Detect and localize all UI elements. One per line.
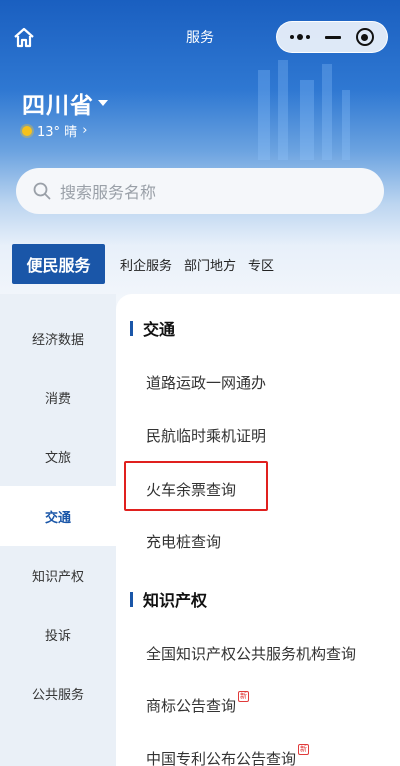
service-list: 交通 道路运政一网通办 民航临时乘机证明 火车余票查询 充电桩查询 知识产权 全… — [116, 294, 400, 766]
minimize-icon[interactable] — [324, 35, 341, 39]
tab-special-zone[interactable]: 专区 — [248, 255, 274, 274]
list-item[interactable]: 道路运政一网通办 — [146, 372, 266, 393]
chevron-right-icon: › — [82, 123, 88, 138]
tab-convenience[interactable]: 便民服务 — [12, 244, 105, 284]
category-tabs: 便民服务 利企服务 部门地方 专区 — [0, 236, 400, 292]
decor-bar — [322, 64, 332, 160]
list-item[interactable]: 全国知识产权公共服务机构查询 — [146, 643, 356, 664]
section-title-text: 交通 — [143, 320, 176, 339]
list-item[interactable]: 商标公告查询 新 — [146, 691, 250, 716]
tab-departments[interactable]: 部门地方 — [184, 255, 236, 274]
new-badge: 新 — [298, 744, 310, 755]
search-input[interactable]: 搜索服务名称 — [60, 179, 156, 203]
section-title-ip: 知识产权 — [130, 587, 207, 611]
sidebar-item-consumption[interactable]: 消费 — [0, 367, 116, 427]
section-title-text: 知识产权 — [143, 591, 208, 610]
weather-info[interactable]: 13° 晴 › — [22, 121, 87, 140]
section-marker — [130, 320, 133, 336]
more-icon[interactable] — [290, 34, 311, 40]
province-label: 四川省 — [22, 93, 94, 119]
close-icon[interactable] — [355, 28, 374, 46]
tab-enterprise[interactable]: 利企服务 — [120, 255, 172, 274]
weather-text: 13° 晴 — [37, 125, 78, 140]
decor-bar — [300, 80, 314, 160]
list-item-label: 中国专利公布公告查询 — [146, 750, 297, 766]
section-marker — [130, 591, 133, 607]
section-title-transport: 交通 — [130, 316, 175, 340]
highlight-box — [124, 461, 268, 511]
decor-bar — [258, 70, 270, 160]
list-item[interactable]: 民航临时乘机证明 — [146, 425, 266, 446]
province-selector[interactable]: 四川省 — [22, 86, 108, 120]
search-icon — [33, 182, 51, 200]
sidebar-item-transport[interactable]: 交通 — [0, 486, 116, 546]
sidebar-item-complaint[interactable]: 投诉 — [0, 604, 116, 664]
list-item-label: 商标公告查询 — [146, 697, 237, 715]
search-bar[interactable]: 搜索服务名称 — [16, 168, 384, 214]
sidebar-item-public-service[interactable]: 公共服务 — [0, 663, 116, 723]
sidebar-item-culture-tourism[interactable]: 文旅 — [0, 426, 116, 486]
sun-icon — [22, 125, 32, 136]
caret-down-icon — [98, 100, 108, 106]
list-item[interactable]: 中国专利公布公告查询 新 — [146, 744, 310, 766]
new-badge: 新 — [238, 691, 250, 702]
sidebar-item-ip[interactable]: 知识产权 — [0, 545, 116, 605]
list-item[interactable]: 充电桩查询 — [146, 531, 221, 552]
decor-bar — [342, 90, 350, 160]
sidebar: 经济数据 消费 文旅 交通 知识产权 投诉 公共服务 — [0, 294, 116, 766]
sidebar-item-economy[interactable]: 经济数据 — [0, 308, 116, 368]
mini-program-capsule — [276, 21, 388, 53]
decor-bar — [278, 60, 288, 160]
